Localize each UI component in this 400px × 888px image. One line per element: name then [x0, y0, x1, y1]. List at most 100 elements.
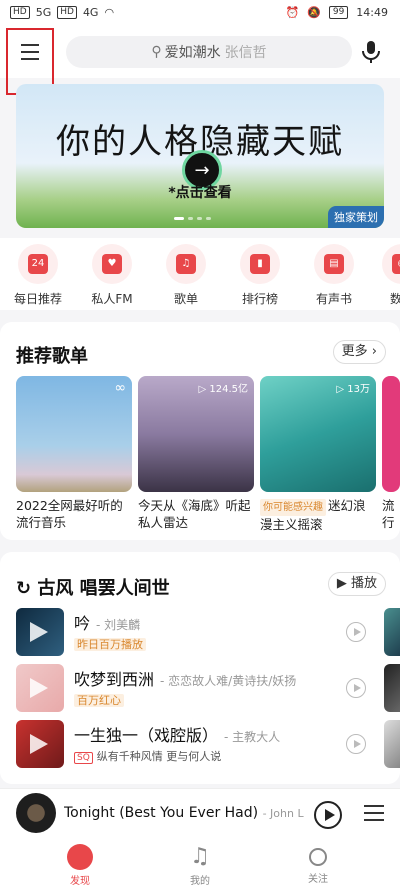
song-tag: 昨日百万播放 — [74, 638, 146, 651]
banner-cta: *点击查看 — [168, 185, 232, 201]
shortcut-label: 歌单 — [173, 292, 198, 306]
play-count-value: 13万 — [347, 384, 370, 395]
song-artist: - 主教大人 — [224, 730, 281, 744]
playlist-card[interactable]: ▷ 124.5亿 今天从《海底》听起私人雷达 — [138, 376, 254, 531]
playlist-title: 2022全网最好听的流行音乐 — [16, 498, 123, 530]
refresh-icon[interactable]: ↻ — [16, 578, 31, 599]
next-column-peek — [384, 608, 400, 656]
playlist-queue-icon[interactable] — [364, 805, 384, 826]
song-artist: - 刘美麟 — [96, 618, 141, 632]
mute-icon: 🔕 — [307, 6, 321, 19]
section-title: 推荐歌单 — [16, 346, 88, 367]
tab-label: 我的 — [190, 876, 210, 887]
playlist-cover — [382, 376, 400, 492]
shortcut-digital[interactable]: ◉ 数字 — [372, 244, 400, 307]
playlist-badge: 你可能感兴趣 — [260, 499, 326, 516]
person-icon — [309, 848, 327, 866]
shortcut-label: 每日推荐 — [13, 292, 62, 306]
song-meta: 昨日百万播放 — [74, 636, 146, 652]
song-title: 吹梦到西洲 - 恋恋故人难/黄诗扶/妖扬 — [74, 666, 296, 690]
search-artist: 张信哲 — [224, 45, 267, 61]
chart-icon: ▮ — [250, 254, 270, 274]
shortcut-row: 24 每日推荐 ♥ 私人FM ♫ 歌单 ▮ 排行榜 ▤ 有声书 ◉ 数字 — [0, 238, 400, 310]
song-name-text: 一生独一（戏腔版） — [74, 726, 219, 745]
play-circle-icon[interactable] — [346, 734, 366, 754]
song-meta: 百万红心 — [74, 692, 124, 708]
playlist-card[interactable]: ▷ 13万 你可能感兴趣 迷幻浪漫主义摇滚 — [260, 376, 376, 533]
playlist-card-peek[interactable]: 流行 — [382, 376, 400, 531]
wifi-icon: ◠ — [104, 6, 115, 19]
shortcut-chart[interactable]: ▮ 排行榜 — [230, 244, 290, 307]
playlist-title: 你可能感兴趣 迷幻浪漫主义摇滚 — [260, 497, 376, 533]
song-row[interactable]: 吹梦到西洲 - 恋恋故人难/黄诗扶/妖扬 百万红心 — [16, 664, 366, 714]
section-title: ↻ 古风 唱罢人间世 — [16, 574, 170, 600]
song-cover — [16, 608, 64, 656]
play-icon — [30, 678, 48, 698]
tab-follow[interactable]: 关注 — [288, 844, 348, 885]
song-cover — [16, 664, 64, 712]
playlist-cover: ∞ — [16, 376, 132, 492]
net1-indicator: 5G — [35, 6, 52, 19]
sim1-indicator: HD — [10, 6, 30, 19]
playlist-card[interactable]: ∞ 2022全网最好听的流行音乐 — [16, 376, 132, 531]
shortcut-label: 私人FM — [91, 292, 133, 306]
shortcut-label: 排行榜 — [241, 292, 278, 306]
song-row[interactable]: 吟 - 刘美麟 昨日百万播放 — [16, 608, 366, 658]
search-input[interactable]: ⚲ 爱如潮水 张信哲 — [66, 36, 352, 68]
more-button[interactable]: 更多 › — [332, 340, 386, 364]
song-artist: - 恋恋故人难/黄诗扶/妖扬 — [160, 674, 297, 688]
netease-logo-icon — [67, 844, 93, 870]
play-circle-icon[interactable] — [346, 622, 366, 642]
play-all-label: 播放 — [350, 576, 377, 591]
tab-label: 关注 — [308, 874, 328, 885]
shortcut-fm[interactable]: ♥ 私人FM — [82, 244, 142, 307]
play-count: ▷ 13万 — [336, 384, 370, 395]
status-bar: HD 5G HD 4G ◠ ⏰ 🔕 99 14:49 — [0, 0, 400, 28]
sim2-indicator: HD — [57, 6, 77, 19]
calendar-icon: 24 — [28, 254, 48, 274]
microphone-icon[interactable] — [360, 40, 382, 64]
net2-indicator: 4G — [82, 6, 99, 19]
tab-discover[interactable]: 发现 — [50, 844, 110, 887]
playlist-title: 流行 — [382, 498, 395, 530]
next-column-peek — [384, 720, 400, 768]
play-button[interactable] — [314, 801, 342, 829]
shortcut-daily[interactable]: 24 每日推荐 — [8, 244, 68, 307]
playlist-cover: ▷ 124.5亿 — [138, 376, 254, 492]
play-circle-icon[interactable] — [346, 678, 366, 698]
shortcut-playlist[interactable]: ♫ 歌单 — [156, 244, 216, 307]
banner-tag: 独家策划 — [328, 206, 384, 228]
play-icon — [30, 734, 48, 754]
play-icon — [30, 622, 48, 642]
promo-banner[interactable]: 你的人格隐藏天赋 → *点击查看 独家策划 — [16, 84, 384, 228]
playlist-icon: ♫ — [176, 254, 196, 274]
song-title: 一生独一（戏腔版） - 主教大人 — [74, 722, 280, 746]
shortcut-label: 数字 — [389, 292, 400, 306]
mini-player[interactable]: Tonight (Best You Ever Had) - John Le... — [0, 788, 400, 840]
next-column-peek — [384, 664, 400, 712]
radio-icon: ♥ — [102, 254, 122, 274]
digital-album-icon: ◉ — [392, 254, 400, 274]
tab-label: 发现 — [70, 876, 90, 887]
loop-icon: ∞ — [114, 380, 126, 396]
shortcut-audiobook[interactable]: ▤ 有声书 — [304, 244, 364, 307]
song-row[interactable]: 一生独一（戏腔版） - 主教大人 SQ 纵有千种风情 更与何人说 — [16, 720, 366, 770]
tab-mine[interactable]: ♫ 我的 — [170, 844, 230, 887]
hamburger-icon — [21, 44, 39, 65]
now-playing: Tonight (Best You Ever Had) - John Le... — [64, 805, 304, 821]
search-keyword: 爱如潮水 — [164, 45, 221, 61]
now-playing-title: Tonight (Best You Ever Had) — [64, 805, 259, 821]
song-cover — [16, 720, 64, 768]
play-count: ▷ 124.5亿 — [198, 384, 248, 395]
battery-indicator: 99 — [328, 6, 349, 19]
bottom-nav: 发现 ♫ 我的 关注 — [0, 840, 400, 888]
song-meta: SQ 纵有千种风情 更与何人说 — [74, 748, 221, 764]
song-name-text: 吟 — [74, 614, 91, 633]
play-all-button[interactable]: ▶ 播放 — [327, 572, 386, 596]
song-tag: 百万红心 — [74, 694, 124, 707]
playlist-cover: ▷ 13万 — [260, 376, 376, 492]
music-note-icon: ♫ — [190, 844, 210, 869]
top-header: ⚲ 爱如潮水 张信哲 — [0, 28, 400, 95]
shortcut-label: 有声书 — [315, 292, 352, 306]
clock: 14:49 — [356, 6, 388, 19]
